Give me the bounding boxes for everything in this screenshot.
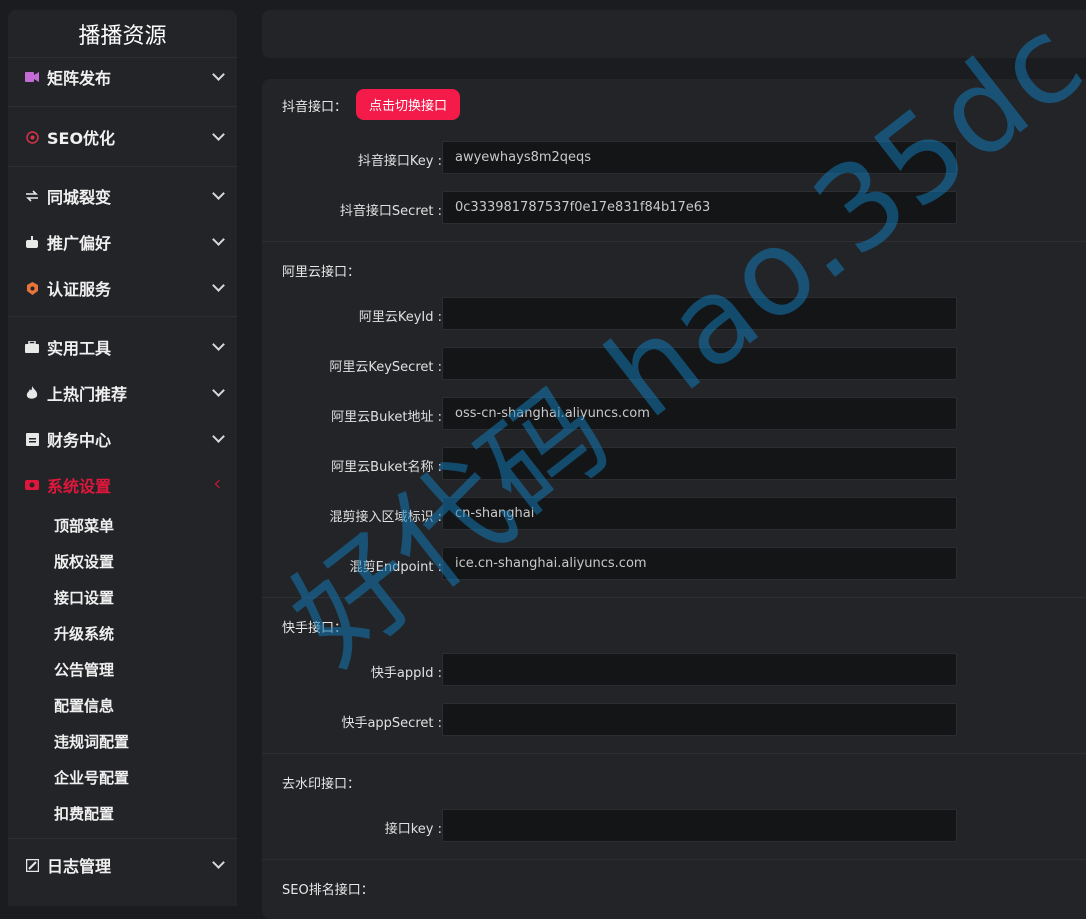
interface-settings-panel: 抖音接口： 点击切换接口 抖音接口Key : 抖音接口Secret : 阿里云接… [262, 79, 1086, 919]
kuaishou-appsecret-input[interactable] [442, 703, 957, 736]
nav-item-matrix-publish[interactable]: 矩阵发布 [8, 62, 237, 92]
nav-item-finance[interactable]: 财务中心 [8, 424, 237, 454]
watermark-key-label: 接口key : [384, 822, 442, 837]
share-icon [25, 189, 39, 203]
nav-item-logs[interactable]: 日志管理 [8, 850, 237, 880]
badge-icon [25, 281, 39, 295]
section-title-aliyun: 阿里云接口： [282, 265, 361, 280]
archive-icon [25, 432, 39, 446]
target-icon [25, 130, 39, 144]
chevron-down-icon [212, 384, 225, 397]
aliyun-keysecret-label: 阿里云KeySecret : [329, 360, 442, 375]
submenu-item[interactable]: 配置信息 [54, 694, 114, 718]
chevron-down-icon [212, 338, 225, 351]
aliyun-endpoint-input[interactable] [442, 547, 957, 580]
divider [8, 166, 237, 167]
aliyun-keysecret-input[interactable] [442, 347, 957, 380]
submenu-item[interactable]: 顶部菜单 [54, 514, 114, 538]
nav-item-hot-recommend[interactable]: 上热门推荐 [8, 378, 237, 408]
submenu-item[interactable]: 违规词配置 [54, 730, 129, 754]
submenu-item[interactable]: 公告管理 [54, 658, 114, 682]
submenu-item[interactable]: 版权设置 [54, 550, 114, 574]
chevron-down-icon [212, 856, 225, 869]
nav-label: SEO优化 [47, 129, 116, 148]
brand-title: 播播资源 [8, 10, 237, 58]
aliyun-keyid-input[interactable] [442, 297, 957, 330]
nav-label: 认证服务 [47, 280, 112, 299]
robot-icon [25, 235, 39, 249]
divider [8, 838, 237, 839]
watermark-key-input[interactable] [442, 809, 957, 842]
douyin-key-input[interactable] [442, 141, 957, 174]
kuaishou-appid-input[interactable] [442, 653, 957, 686]
sidebar: 播播资源 矩阵发布 SEO优化 同城裂变 推广偏好 认证服务 实用工具 上热门推… [8, 10, 237, 906]
chevron-down-icon [212, 68, 225, 81]
submenu-item[interactable]: 接口设置 [54, 586, 114, 610]
nav-label: 日志管理 [47, 857, 112, 876]
aliyun-bucket-addr-label: 阿里云Buket地址 : [331, 410, 442, 425]
douyin-secret-label: 抖音接口Secret : [339, 204, 442, 219]
chevron-down-icon [212, 233, 225, 246]
top-bar [262, 10, 1086, 58]
divider [262, 597, 1086, 598]
nav-label: 系统设置 [47, 477, 112, 496]
aliyun-region-input[interactable] [442, 497, 957, 530]
settings-icon [25, 478, 39, 492]
aliyun-bucket-name-label: 阿里云Buket名称 : [331, 460, 442, 475]
submenu-item[interactable]: 升级系统 [54, 622, 114, 646]
chevron-down-icon [212, 430, 225, 443]
aliyun-keyid-label: 阿里云KeyId : [358, 310, 442, 325]
douyin-key-label: 抖音接口Key : [357, 154, 442, 169]
chevron-down-icon [212, 279, 225, 292]
nav-label: 上热门推荐 [47, 385, 128, 404]
toolbox-icon [25, 340, 39, 354]
douyin-secret-input[interactable] [442, 191, 957, 224]
nav-label: 矩阵发布 [47, 69, 112, 88]
chevron-down-icon [212, 128, 225, 141]
switch-interface-button[interactable]: 点击切换接口 [356, 89, 460, 120]
kuaishou-appid-label: 快手appId : [370, 666, 442, 681]
section-title-seo: SEO排名接口： [282, 883, 374, 898]
section-title-watermark-removal: 去水印接口： [282, 777, 361, 792]
section-title-kuaishou: 快手接口： [282, 621, 348, 636]
nav-label: 财务中心 [47, 431, 112, 450]
kuaishou-appsecret-label: 快手appSecret : [341, 716, 442, 731]
divider [8, 316, 237, 317]
divider [8, 106, 237, 107]
video-icon [25, 70, 39, 84]
aliyun-region-label: 混剪接入区域标识 : [329, 510, 442, 525]
nav-label: 同城裂变 [47, 188, 112, 207]
nav-label: 推广偏好 [47, 234, 112, 253]
aliyun-endpoint-label: 混剪Endpoint : [349, 560, 442, 575]
nav-item-local-fission[interactable]: 同城裂变 [8, 181, 237, 211]
aliyun-bucket-name-input[interactable] [442, 447, 957, 480]
nav-label: 实用工具 [47, 339, 112, 358]
nav-item-promo-pref[interactable]: 推广偏好 [8, 227, 237, 257]
section-title-douyin: 抖音接口： [282, 100, 348, 115]
aliyun-bucket-addr-input[interactable] [442, 397, 957, 430]
nav-item-seo[interactable]: SEO优化 [8, 122, 237, 152]
nav-item-tools[interactable]: 实用工具 [8, 332, 237, 362]
divider [262, 859, 1086, 860]
fire-icon [25, 386, 39, 400]
nav-item-certification[interactable]: 认证服务 [8, 273, 237, 303]
chevron-left-icon [214, 479, 224, 489]
submenu-item[interactable]: 企业号配置 [54, 766, 129, 790]
chevron-down-icon [212, 187, 225, 200]
nav-item-system-settings[interactable]: 系统设置 [8, 470, 237, 500]
divider [262, 753, 1086, 754]
log-icon [25, 858, 39, 872]
divider [262, 241, 1086, 242]
submenu-item[interactable]: 扣费配置 [54, 802, 114, 826]
